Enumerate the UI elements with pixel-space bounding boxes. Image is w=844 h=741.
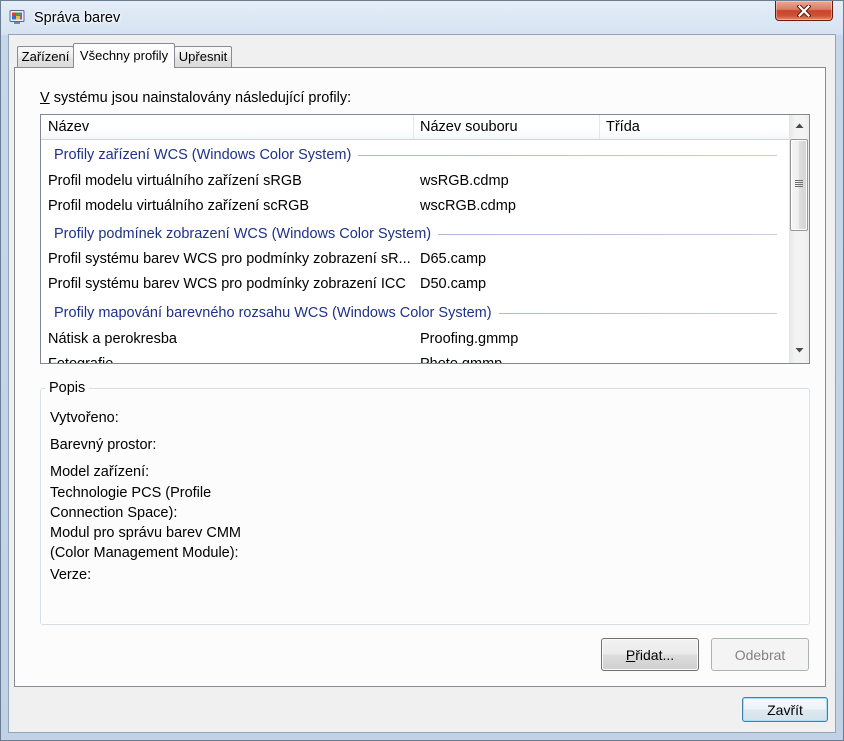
group-title: Profily zařízení WCS (Windows Color Syst… bbox=[54, 147, 352, 163]
column-header-class[interactable]: Třída bbox=[606, 118, 640, 136]
profile-row[interactable]: Profil modelu virtuálního zařízení scRGB… bbox=[41, 194, 789, 218]
group-divider-line bbox=[498, 312, 777, 314]
cmm-label-line-2: (Color Management Module): bbox=[50, 545, 239, 561]
profile-file-cell: Proofing.gmmp bbox=[420, 331, 519, 347]
scroll-down-arrow-icon bbox=[795, 348, 804, 353]
profile-row[interactable]: Nátisk a perokresba Proofing.gmmp bbox=[41, 327, 789, 351]
profile-name-cell: Profil systému barev WCS pro podmínky zo… bbox=[48, 251, 411, 267]
scroll-up-button[interactable] bbox=[790, 115, 809, 135]
scroll-down-button[interactable] bbox=[790, 341, 809, 361]
description-groupbox-title: Popis bbox=[45, 379, 90, 397]
profile-name-cell: Nátisk a perokresba bbox=[48, 331, 177, 347]
pcs-label-line-2: Connection Space): bbox=[50, 505, 178, 521]
remove-profile-button: Odebrat bbox=[711, 638, 809, 671]
version-label: Verze: bbox=[50, 567, 92, 583]
profile-row[interactable]: Profil systému barev WCS pro podmínky zo… bbox=[41, 247, 789, 271]
device-model-label: Model zařízení: bbox=[50, 464, 150, 480]
column-header-file-name[interactable]: Název souboru bbox=[420, 118, 518, 136]
profile-row[interactable]: Profil modelu virtuálního zařízení sRGB … bbox=[41, 169, 789, 193]
color-space-label: Barevný prostor: bbox=[50, 437, 157, 453]
close-dialog-button[interactable]: Zavřít bbox=[742, 697, 828, 722]
scrollbar-grip-icon bbox=[795, 180, 803, 187]
profile-file-cell: D50.camp bbox=[420, 276, 487, 292]
color-management-icon bbox=[9, 9, 25, 25]
close-icon bbox=[797, 4, 811, 17]
profile-row[interactable]: Fotografie Photo.gmmp bbox=[41, 352, 789, 363]
group-divider-line bbox=[358, 154, 777, 156]
column-divider[interactable] bbox=[599, 115, 600, 139]
group-divider-line bbox=[438, 233, 777, 235]
close-button-label: Zavřít bbox=[767, 701, 803, 718]
profile-group-header[interactable]: Profily podmínek zobrazení WCS (Windows … bbox=[54, 222, 777, 246]
pcs-label-line-1: Technologie PCS (Profile bbox=[50, 485, 212, 501]
profile-group-header[interactable]: Profily mapování barevného rozsahu WCS (… bbox=[54, 301, 777, 325]
remove-button-label: Odebrat bbox=[734, 646, 786, 663]
tab-advanced[interactable]: Upřesnit bbox=[174, 46, 232, 68]
scrollbar-thumb[interactable] bbox=[790, 139, 808, 231]
profiles-caption: V systému jsou nainstalovány následující… bbox=[40, 90, 352, 106]
column-header-name[interactable]: Název bbox=[48, 118, 89, 136]
scroll-up-arrow-icon bbox=[795, 123, 804, 128]
profile-name-cell: Profil modelu virtuálního zařízení scRGB bbox=[48, 198, 310, 214]
profiles-list[interactable]: Název Název souboru Třída Profily zaříze… bbox=[40, 114, 810, 364]
profile-file-cell: Photo.gmmp bbox=[420, 352, 595, 363]
add-profile-button[interactable]: Přidat... bbox=[601, 638, 699, 671]
profile-row[interactable]: Profil systému barev WCS pro podmínky zo… bbox=[41, 272, 789, 296]
close-window-button[interactable] bbox=[775, 1, 833, 21]
profile-name-cell: Fotografie bbox=[48, 352, 412, 363]
group-title: Profily podmínek zobrazení WCS (Windows … bbox=[54, 226, 432, 242]
list-rows: Profily zařízení WCS (Windows Color Syst… bbox=[41, 140, 789, 363]
tab-devices[interactable]: Zařízení bbox=[17, 46, 74, 68]
profile-name-cell: Profil systému barev WCS pro podmínky zo… bbox=[48, 276, 406, 292]
profile-group-header[interactable]: Profily zařízení WCS (Windows Color Syst… bbox=[54, 143, 777, 167]
created-label: Vytvořeno: bbox=[50, 410, 119, 426]
column-divider[interactable] bbox=[413, 115, 414, 139]
window-title: Správa barev bbox=[34, 10, 121, 26]
list-header: Název Název souboru Třída bbox=[41, 115, 789, 140]
vertical-scrollbar[interactable] bbox=[789, 115, 809, 363]
tab-all-profiles[interactable]: Všechny profily bbox=[73, 43, 175, 68]
profile-file-cell: D65.camp bbox=[420, 251, 487, 267]
profile-file-cell: wsRGB.cdmp bbox=[420, 173, 509, 189]
group-title: Profily mapování barevného rozsahu WCS (… bbox=[54, 305, 492, 321]
profile-file-cell: wscRGB.cdmp bbox=[420, 198, 516, 214]
add-button-label: Přidat... bbox=[625, 646, 675, 663]
profile-name-cell: Profil modelu virtuálního zařízení sRGB bbox=[48, 173, 302, 189]
cmm-label-line-1: Modul pro správu barev CMM bbox=[50, 525, 241, 541]
